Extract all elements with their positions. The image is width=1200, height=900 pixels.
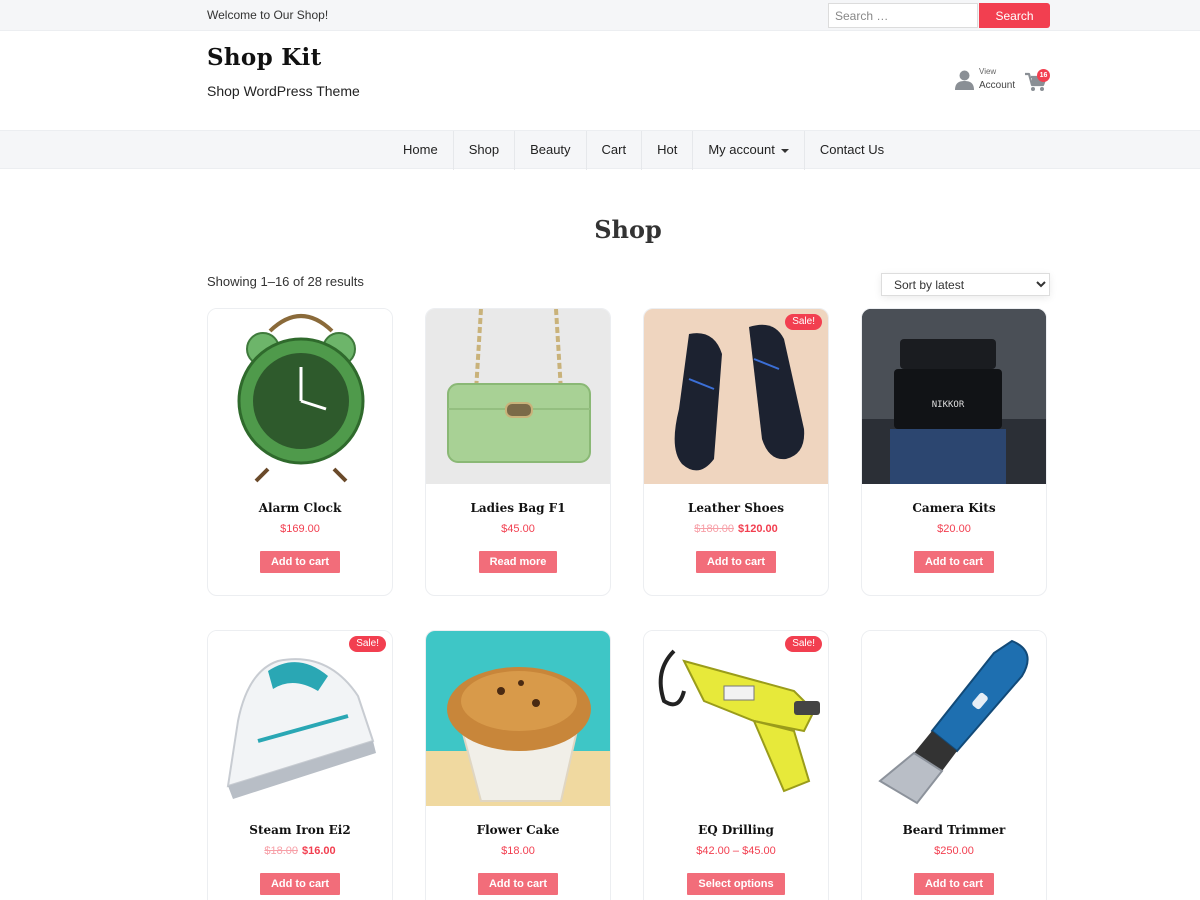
- product-card[interactable]: NIKKOR Camera Kits $20.00 Add to cart: [861, 308, 1047, 596]
- product-current-price: $42.00 – $45.00: [696, 845, 776, 857]
- product-old-price: $18.00: [264, 845, 298, 857]
- product-current-price: $20.00: [937, 523, 971, 535]
- sort-select[interactable]: Sort by latest: [881, 273, 1050, 296]
- add-to-cart-button[interactable]: Add to cart: [477, 873, 559, 895]
- product-current-price: $169.00: [280, 523, 320, 535]
- cart-link[interactable]: 16: [1024, 69, 1052, 95]
- product-card[interactable]: Flower Cake $18.00 Add to cart: [425, 630, 611, 900]
- read-more-button[interactable]: Read more: [478, 551, 558, 573]
- product-name[interactable]: Leather Shoes: [644, 501, 828, 515]
- product-card[interactable]: Sale! Leather Shoes $180.00 $120.00 Add t…: [643, 308, 829, 596]
- sale-badge: Sale!: [785, 636, 822, 652]
- sale-badge: Sale!: [349, 636, 386, 652]
- product-name[interactable]: Camera Kits: [862, 501, 1046, 515]
- product-image[interactable]: [862, 631, 1046, 806]
- product-image[interactable]: Sale!: [644, 631, 828, 806]
- product-price: $169.00: [208, 523, 392, 535]
- product-card[interactable]: Sale! Steam Iron Ei2 $18.00 $16.00 Add to…: [207, 630, 393, 900]
- main-navigation: Home Shop Beauty Cart Hot My account Con…: [0, 130, 1200, 170]
- product-price: $18.00: [426, 845, 610, 857]
- product-card[interactable]: Sale! EQ Drilling $42.00 – $45.00 Select…: [643, 630, 829, 900]
- account-link[interactable]: View Account: [955, 66, 1020, 94]
- product-old-price: $180.00: [694, 523, 734, 535]
- product-price: $180.00 $120.00: [644, 523, 828, 535]
- nav-my-account[interactable]: My account: [693, 131, 805, 170]
- user-icon: [955, 70, 974, 90]
- product-name[interactable]: EQ Drilling: [644, 823, 828, 837]
- cart-count-badge: 16: [1037, 69, 1050, 82]
- product-image[interactable]: [426, 309, 610, 484]
- product-price: $45.00: [426, 523, 610, 535]
- add-to-cart-button[interactable]: Add to cart: [695, 551, 777, 573]
- product-current-price: $120.00: [738, 523, 778, 535]
- account-label: Account: [979, 80, 1016, 91]
- product-price: $42.00 – $45.00: [644, 845, 828, 857]
- add-to-cart-button[interactable]: Add to cart: [259, 551, 341, 573]
- nav-my-account-label: My account: [708, 142, 775, 157]
- product-image[interactable]: [426, 631, 610, 806]
- product-image[interactable]: Sale!: [644, 309, 828, 484]
- welcome-text: Welcome to Our Shop!: [207, 8, 329, 22]
- nav-home[interactable]: Home: [388, 131, 454, 170]
- product-current-price: $18.00: [501, 845, 535, 857]
- page-title: Shop: [594, 215, 662, 244]
- top-bar: Welcome to Our Shop! Search: [0, 0, 1200, 31]
- product-price: $250.00: [862, 845, 1046, 857]
- site-tagline: Shop WordPress Theme: [207, 83, 360, 99]
- caret-down-icon: [780, 148, 789, 153]
- search-button[interactable]: Search: [979, 3, 1050, 28]
- select-options-button[interactable]: Select options: [687, 873, 785, 895]
- product-name[interactable]: Flower Cake: [426, 823, 610, 837]
- account-small-label: View: [979, 67, 997, 76]
- product-card[interactable]: Alarm Clock $169.00 Add to cart: [207, 308, 393, 596]
- product-card[interactable]: Beard Trimmer $250.00 Add to cart: [861, 630, 1047, 900]
- svg-text:NIKKOR: NIKKOR: [932, 400, 965, 410]
- search-input[interactable]: [828, 3, 978, 28]
- add-to-cart-button[interactable]: Add to cart: [913, 873, 995, 895]
- nav-contact-us[interactable]: Contact Us: [805, 131, 899, 170]
- product-current-price: $45.00: [501, 523, 535, 535]
- product-image[interactable]: NIKKOR: [862, 309, 1046, 484]
- nav-beauty[interactable]: Beauty: [515, 131, 587, 170]
- product-name[interactable]: Ladies Bag F1: [426, 501, 610, 515]
- product-name[interactable]: Alarm Clock: [208, 501, 392, 515]
- product-current-price: $250.00: [934, 845, 974, 857]
- product-image[interactable]: Sale!: [208, 631, 392, 806]
- product-name[interactable]: Steam Iron Ei2: [208, 823, 392, 837]
- site-title[interactable]: Shop Kit: [207, 44, 322, 71]
- product-price: $18.00 $16.00: [208, 845, 392, 857]
- product-price: $20.00: [862, 523, 1046, 535]
- nav-cart[interactable]: Cart: [587, 131, 643, 170]
- add-to-cart-button[interactable]: Add to cart: [913, 551, 995, 573]
- nav-hot[interactable]: Hot: [642, 131, 694, 170]
- sale-badge: Sale!: [785, 314, 822, 330]
- product-current-price: $16.00: [302, 845, 336, 857]
- nav-shop[interactable]: Shop: [454, 131, 516, 170]
- product-name[interactable]: Beard Trimmer: [862, 823, 1046, 837]
- add-to-cart-button[interactable]: Add to cart: [259, 873, 341, 895]
- product-card[interactable]: Ladies Bag F1 $45.00 Read more: [425, 308, 611, 596]
- product-image[interactable]: [208, 309, 392, 484]
- result-count: Showing 1–16 of 28 results: [207, 274, 364, 289]
